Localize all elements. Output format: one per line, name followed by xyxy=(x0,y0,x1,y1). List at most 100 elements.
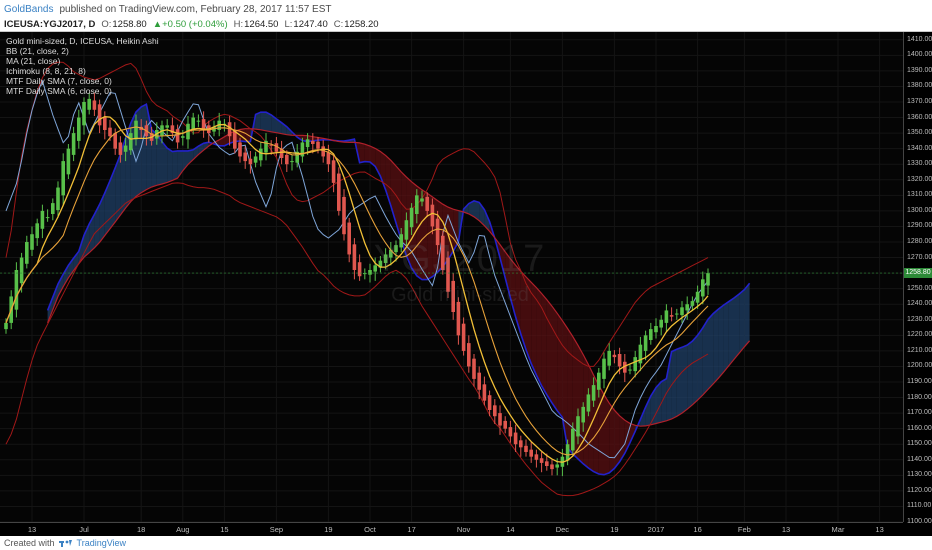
time-tick-label: Nov xyxy=(456,525,471,534)
ichimoku-cloud-segment xyxy=(546,299,552,403)
candle-body xyxy=(597,372,601,390)
candle-body xyxy=(539,458,544,463)
candle-body xyxy=(108,127,112,137)
price-tick-label: 1140.00 xyxy=(907,455,932,463)
ichimoku-cloud-segment xyxy=(692,335,698,405)
chart-plot-area[interactable] xyxy=(0,32,903,522)
candle-body xyxy=(571,428,575,451)
candle-body xyxy=(654,326,658,333)
time-tick-label: 14 xyxy=(506,525,515,534)
time-axis[interactable]: 13 Jul 18 Aug 15 Sep 19 Oct 17 Nov 14 Dec 19 2017 16 Fe… xyxy=(0,522,903,536)
candle-body xyxy=(35,223,39,239)
candle-body xyxy=(113,133,117,149)
candle-body xyxy=(456,301,461,336)
ichimoku-cloud-segment xyxy=(260,112,266,131)
price-tick-label: 1340.00 xyxy=(907,144,932,152)
open-value: 1258.80 xyxy=(112,19,147,30)
candle-body xyxy=(259,148,263,161)
candle-body xyxy=(342,196,346,235)
candle-body xyxy=(82,102,86,126)
candle-body xyxy=(40,210,45,229)
candle-body xyxy=(503,420,507,429)
candle-body xyxy=(430,204,435,227)
candle-body xyxy=(565,444,570,461)
candle-body xyxy=(25,242,29,264)
time-tick-label: 15 xyxy=(220,525,229,534)
ichimoku-cloud-segment xyxy=(167,148,173,183)
candle-body xyxy=(649,329,653,340)
candle-body xyxy=(285,154,289,165)
ichimoku-cloud-segment xyxy=(536,287,542,386)
candle-body xyxy=(695,291,700,303)
symbol-label: ICEUSA:YGJ2017, D xyxy=(4,19,96,30)
candle-body xyxy=(134,120,138,140)
candle-body xyxy=(56,187,60,211)
ichimoku-cloud-segment xyxy=(141,104,147,193)
candle-body xyxy=(51,203,55,214)
ichimoku-cloud-segment xyxy=(697,327,703,401)
publish-info: published on TradingView.com, February 2… xyxy=(59,3,332,15)
time-tick-label: Feb xyxy=(737,525,751,534)
time-tick-label: 19 xyxy=(610,525,619,534)
price-tick-label: 1300.00 xyxy=(907,206,932,214)
candle-body xyxy=(545,461,549,466)
candle-body xyxy=(576,416,580,437)
candle-body xyxy=(701,279,705,297)
candle-body xyxy=(311,140,315,144)
candle-body xyxy=(675,313,679,315)
candle-body xyxy=(103,117,107,130)
candle-body xyxy=(66,148,71,175)
ichimoku-cloud-segment xyxy=(104,180,110,236)
change-value: ▲+0.50 (+0.04%) xyxy=(152,19,228,30)
price-tick-label: 1380.00 xyxy=(907,82,932,90)
candle-body xyxy=(435,218,440,246)
candle-body xyxy=(253,156,258,163)
candle-body xyxy=(316,141,320,149)
candle-body xyxy=(659,319,663,328)
ichimoku-cloud-segment xyxy=(557,313,563,418)
price-tick-label: 1160.00 xyxy=(907,424,932,432)
high-label: H: xyxy=(233,19,244,30)
candle-body xyxy=(165,125,169,128)
open-label: O: xyxy=(101,19,112,30)
candle-body xyxy=(477,372,481,390)
time-tick-label: Sep xyxy=(269,525,284,534)
ichimoku-cloud-segment xyxy=(713,309,719,384)
time-tick-label: Oct xyxy=(364,525,376,534)
time-tick-label: 13 xyxy=(27,525,37,534)
author-link[interactable]: GoldBands xyxy=(4,4,53,15)
price-tick-label: 1270.00 xyxy=(907,253,932,261)
price-chart-svg xyxy=(0,32,903,522)
candle-body xyxy=(493,405,497,417)
candle-body xyxy=(586,394,591,412)
price-tick-label: 1290.00 xyxy=(907,222,932,230)
price-tick-label: 1150.00 xyxy=(907,440,932,448)
candle-body xyxy=(664,310,669,323)
price-tick-label: 1190.00 xyxy=(907,378,932,385)
candle-body xyxy=(508,427,513,437)
time-tick-label: Dec xyxy=(555,525,570,534)
candle-body xyxy=(446,257,450,292)
candle-body xyxy=(617,354,622,367)
candle-body xyxy=(357,262,362,277)
time-tick-label: 2017 xyxy=(647,525,665,534)
candle-body xyxy=(425,196,429,211)
candle-body xyxy=(347,222,351,255)
ichimoku-cloud-segment xyxy=(676,347,682,417)
candle-body xyxy=(331,160,336,183)
candle-body xyxy=(420,198,424,202)
candle-body xyxy=(196,120,201,122)
price-tick-label: 1400.00 xyxy=(907,51,932,59)
ichimoku-cloud-segment xyxy=(172,150,178,181)
ichimoku-cloud-segment xyxy=(723,301,729,373)
candle-body xyxy=(123,145,128,152)
tradingview-brand[interactable]: TradingView xyxy=(77,538,127,548)
candle-body xyxy=(519,440,523,448)
candle-body xyxy=(243,152,247,162)
candle-body xyxy=(461,323,466,351)
candle-body xyxy=(524,445,528,452)
time-tick-label: 18 xyxy=(137,525,146,534)
candle-body xyxy=(394,245,398,253)
time-tick-label: 13 xyxy=(875,525,884,534)
price-tick-label: 1280.00 xyxy=(907,238,932,245)
